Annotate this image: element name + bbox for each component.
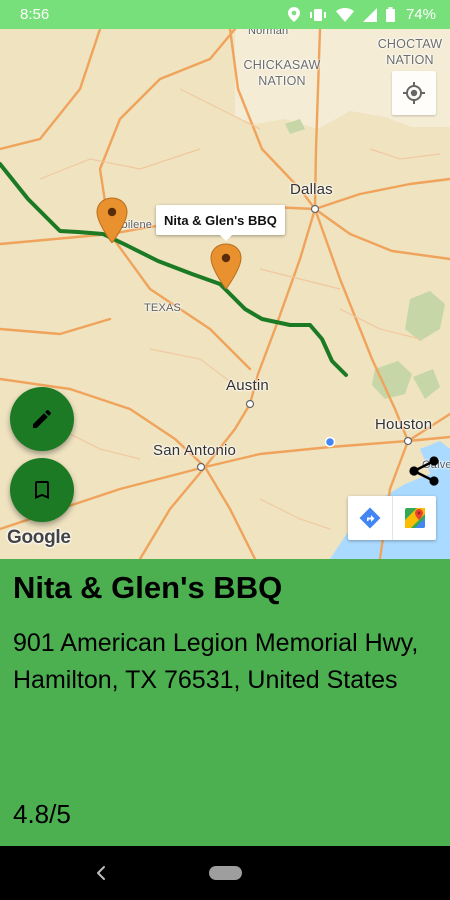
status-bar: 8:56 74% [0,0,450,29]
wifi-icon [335,7,354,22]
battery-percent: 74% [405,6,436,23]
bookmark-button[interactable] [10,458,74,522]
selected-marker-icon[interactable] [210,243,242,289]
map-label-texas: TEXAS [144,302,182,314]
map-label-houston: Houston [375,416,433,433]
share-icon[interactable] [404,451,444,491]
map-marker-icon[interactable] [96,197,128,243]
bookmark-icon [35,481,49,499]
map-view[interactable]: CHOCTAW NATION Norman CHICKASAW NATION D… [0,29,450,559]
map-toolbar [348,496,436,540]
open-google-maps-button[interactable] [392,496,436,540]
signal-icon [362,7,377,22]
info-window-title: Nita & Glen's BBQ [164,212,277,228]
edit-icon [33,409,51,428]
marker-info-window[interactable]: Nita & Glen's BBQ [156,205,285,241]
map-label-norman: Norman [248,29,289,37]
place-details-panel: Nita & Glen's BBQ 901 American Legion Me… [0,559,450,846]
status-icons: 74% [287,6,436,23]
map-label-choctaw: CHOCTAW NATION [377,37,443,67]
my-location-button[interactable] [392,71,436,115]
place-name: Nita & Glen's BBQ [13,570,283,605]
map-label-dallas: Dallas [290,181,333,198]
directions-icon [359,507,381,529]
map-label-san-antonio: San Antonio [153,442,237,459]
vibrate-icon [309,8,326,21]
directions-button[interactable] [348,496,392,540]
google-attribution: Google [7,527,71,548]
my-location-icon [403,82,425,104]
status-time: 8:56 [20,6,50,23]
edit-button[interactable] [10,387,74,451]
google-maps-icon [404,508,425,528]
map-label-chickasaw: CHICKASAW NATION [243,58,321,88]
battery-icon [385,7,395,22]
place-address: 901 American Legion Memorial Hwy, Hamilt… [13,629,419,694]
place-rating: 4.8/5 [13,799,71,829]
back-icon[interactable] [93,863,109,883]
home-pill[interactable] [209,866,242,880]
map-label-austin: Austin [226,377,269,394]
system-navigation-bar [0,846,450,900]
location-icon [287,7,300,22]
